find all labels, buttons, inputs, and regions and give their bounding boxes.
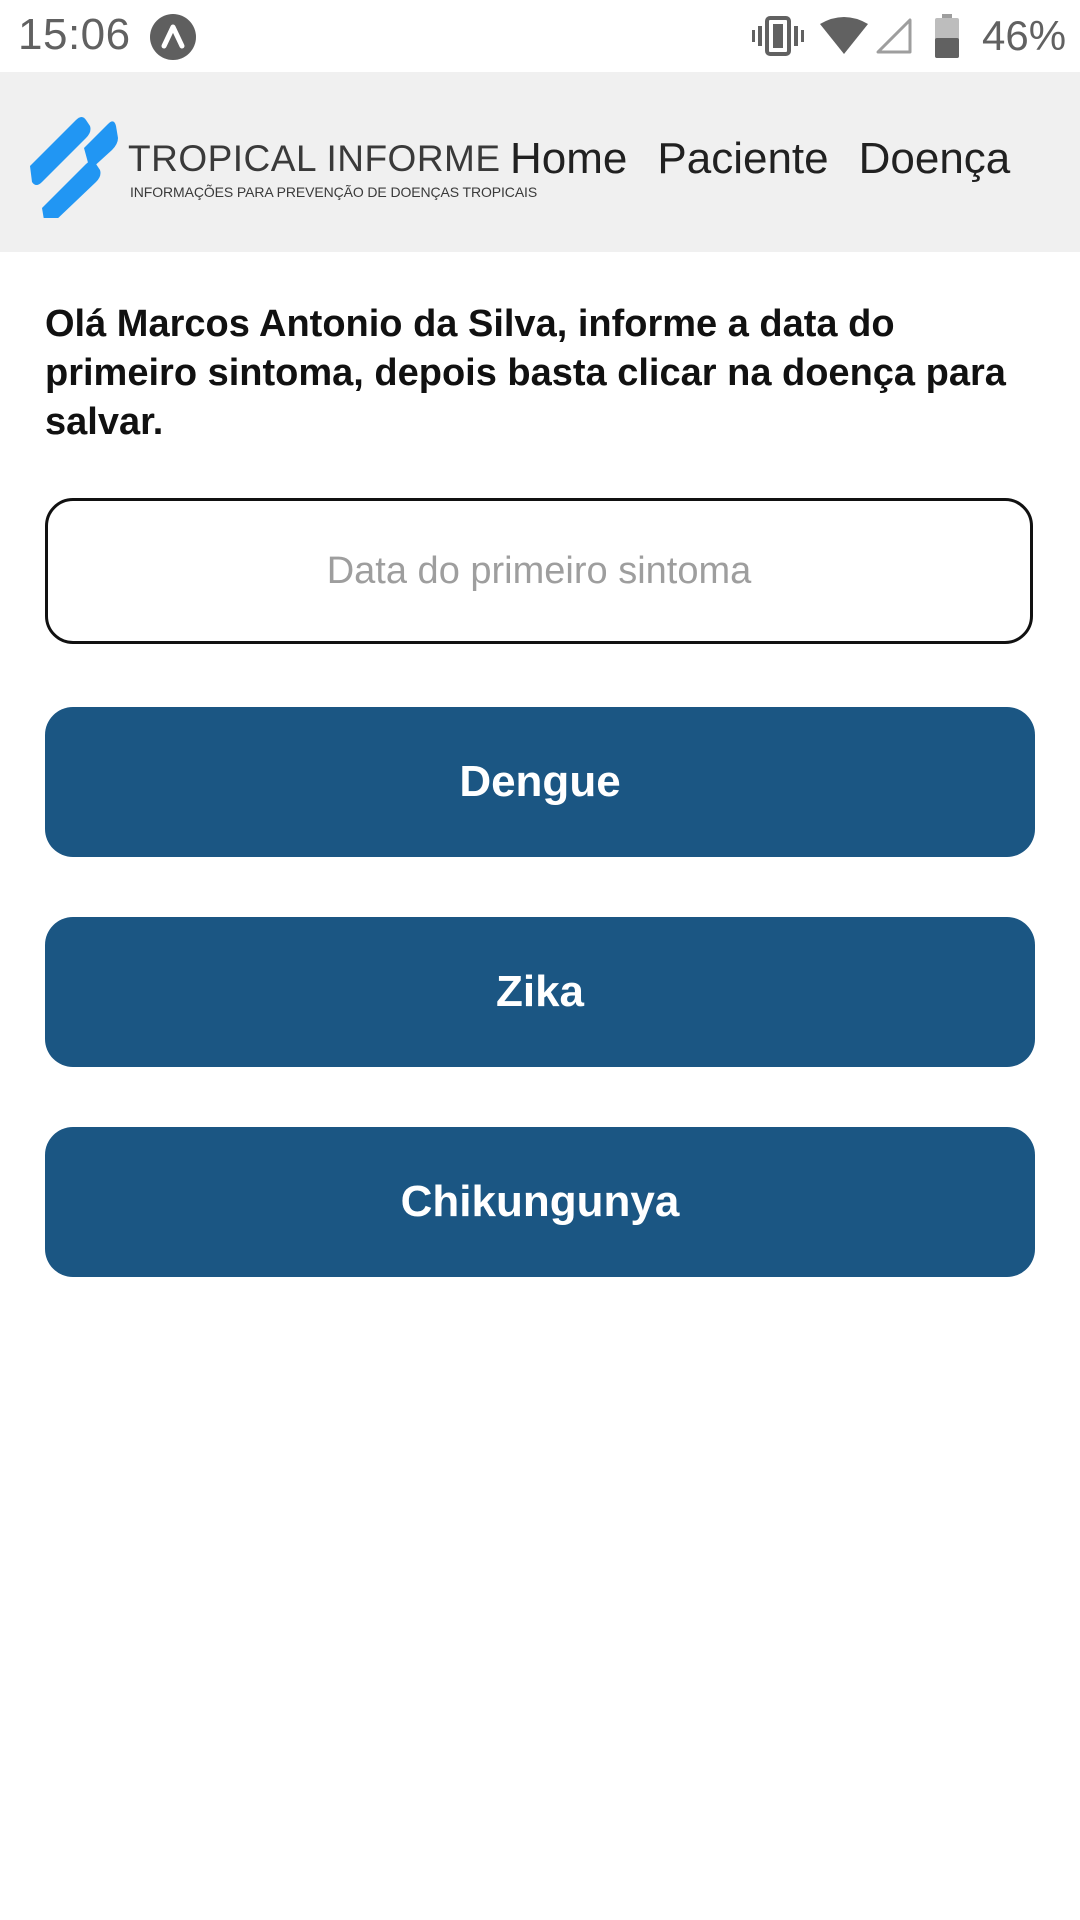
battery-icon	[934, 14, 960, 63]
dengue-button[interactable]: Dengue	[45, 707, 1035, 857]
vibrate-icon	[752, 14, 804, 63]
status-bar: 15:06 46%	[0, 0, 1080, 72]
logo-mark-icon	[30, 117, 118, 218]
logo-title: TROPICAL INFORME	[128, 138, 501, 179]
logo[interactable]: TROPICAL INFORME INFORMAÇÕES PARA PREVEN…	[28, 108, 537, 218]
nav-paciente-link[interactable]: Paciente	[657, 134, 828, 194]
nav-doenca-link[interactable]: Doença	[859, 134, 1011, 194]
battery-percentage: 46%	[982, 12, 1067, 59]
symptom-date-input[interactable]	[45, 498, 1033, 644]
app-notification-icon	[150, 14, 196, 60]
chikungunya-button[interactable]: Chikungunya	[45, 1127, 1035, 1277]
status-time: 15:06	[18, 10, 131, 59]
nav-home-link[interactable]: Home	[510, 134, 627, 194]
intro-text: Olá Marcos Antonio da Silva, informe a d…	[45, 303, 1006, 443]
logo-subtitle: INFORMAÇÕES PARA PREVENÇÃO DE DOENÇAS TR…	[130, 184, 538, 200]
wifi-icon	[820, 16, 868, 61]
zika-button[interactable]: Zika	[45, 917, 1035, 1067]
cell-signal-icon	[876, 18, 912, 59]
app-screen: 15:06 46% TROPICAL INFORME INFORMAÇÕES P…	[0, 0, 1080, 1920]
app-header: TROPICAL INFORME INFORMAÇÕES PARA PREVEN…	[0, 72, 1080, 252]
main-nav: Home Paciente Doença	[510, 134, 1010, 194]
